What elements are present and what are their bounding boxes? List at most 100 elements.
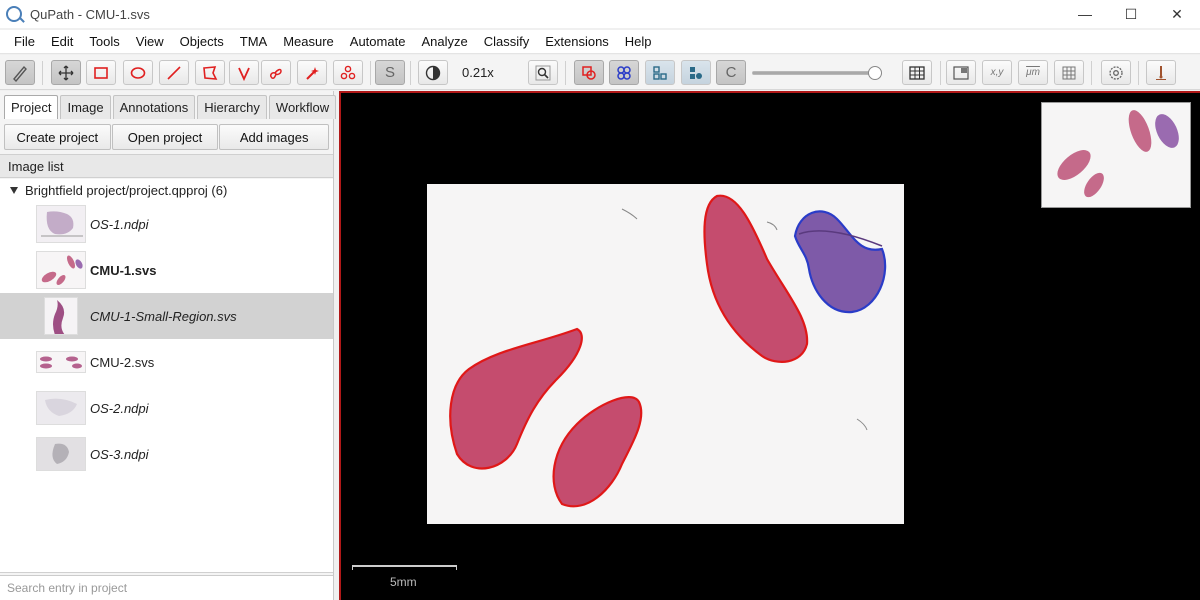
measure-tool-button[interactable]: [5, 60, 35, 85]
toolbar-separator: [1091, 61, 1092, 85]
menu-classify[interactable]: Classify: [476, 34, 538, 49]
brightness-contrast-icon: [425, 65, 441, 80]
window-title: QuPath - CMU-1.svs: [30, 6, 150, 22]
scalebar-icon: μm: [1026, 67, 1040, 78]
measurement-table-button[interactable]: [902, 60, 932, 85]
list-item-label: OS-1.ndpi: [90, 216, 149, 232]
image-viewer[interactable]: 5mm: [339, 91, 1200, 600]
location-icon: x,y: [990, 67, 1004, 78]
slide-tissue-layer: [427, 184, 904, 524]
toolbar: S 0.21x C x,y μm: [0, 55, 1200, 90]
image-list-header: Image list: [0, 154, 333, 178]
minimize-button[interactable]: —: [1062, 0, 1108, 28]
scalebar-button[interactable]: μm: [1018, 60, 1048, 85]
show-tma-grid-icon: [617, 65, 631, 80]
menu-view[interactable]: View: [128, 34, 172, 49]
line-icon: [167, 65, 181, 80]
menu-automate[interactable]: Automate: [342, 34, 414, 49]
zoom-level: 0.21x: [462, 65, 494, 80]
polygon-tool-button[interactable]: [195, 60, 225, 85]
move-tool-button[interactable]: [51, 60, 81, 85]
list-item[interactable]: OS-1.ndpi: [0, 201, 333, 247]
thumbnail-image: [36, 205, 86, 243]
toolbar-separator: [370, 61, 371, 85]
show-detections-button[interactable]: [645, 60, 675, 85]
list-item[interactable]: OS-2.ndpi: [0, 385, 333, 431]
scalebar: [352, 565, 457, 570]
move-icon: [58, 65, 74, 80]
fill-detections-button[interactable]: [681, 60, 711, 85]
project-buttons: Create project Open project Add images: [4, 124, 330, 150]
menu-tools[interactable]: Tools: [81, 34, 127, 49]
overview-image: [1042, 103, 1190, 207]
show-pixel-classification-button[interactable]: C: [716, 60, 746, 85]
log-button[interactable]: [1146, 60, 1176, 85]
menu-file[interactable]: File: [6, 34, 43, 49]
image-list: Brightfield project/project.qpproj (6) O…: [0, 179, 333, 573]
overview-thumbnail[interactable]: [1041, 102, 1191, 208]
line-tool-button[interactable]: [159, 60, 189, 85]
menu-bar: File Edit Tools View Objects TMA Measure…: [0, 30, 1200, 54]
scalebar-label: 5mm: [390, 575, 417, 589]
tab-hierarchy[interactable]: Hierarchy: [197, 95, 267, 119]
create-project-button[interactable]: Create project: [4, 124, 111, 150]
polyline-icon: [238, 67, 250, 81]
brightness-contrast-button[interactable]: [418, 60, 448, 85]
list-item[interactable]: CMU-2.svs: [0, 339, 333, 385]
menu-objects[interactable]: Objects: [172, 34, 232, 49]
preferences-button[interactable]: [1101, 60, 1131, 85]
menu-help[interactable]: Help: [617, 34, 660, 49]
opacity-slider[interactable]: [752, 66, 882, 80]
show-annotations-button[interactable]: [574, 60, 604, 85]
pen-measure-icon: [13, 65, 27, 82]
tab-workflow[interactable]: Workflow: [268, 95, 337, 119]
rectangle-icon: [94, 66, 108, 79]
toolbar-separator: [410, 61, 411, 85]
list-item-label: CMU-1-Small-Region.svs: [90, 308, 237, 324]
location-button[interactable]: x,y: [982, 60, 1012, 85]
opacity-slider-thumb[interactable]: [867, 66, 882, 80]
menu-extensions[interactable]: Extensions: [537, 34, 617, 49]
search-input[interactable]: Search entry in project: [0, 575, 333, 600]
tab-project[interactable]: Project: [4, 95, 59, 119]
points-tool-button[interactable]: [333, 60, 363, 85]
project-root[interactable]: Brightfield project/project.qpproj (6): [10, 183, 227, 198]
menu-measure[interactable]: Measure: [275, 34, 342, 49]
wand-tool-button[interactable]: [297, 60, 327, 85]
slide-image[interactable]: [427, 184, 904, 524]
selection-mode-icon: S: [384, 64, 395, 81]
show-pixel-classification-icon: C: [725, 64, 737, 81]
add-images-button[interactable]: Add images: [219, 124, 329, 150]
overview-button[interactable]: [946, 60, 976, 85]
tab-annotations[interactable]: Annotations: [112, 95, 196, 119]
show-detections-icon: [653, 65, 667, 80]
show-tma-grid-button[interactable]: [609, 60, 639, 85]
menu-analyze[interactable]: Analyze: [413, 34, 475, 49]
list-item[interactable]: CMU-1.svs: [0, 247, 333, 293]
rectangle-tool-button[interactable]: [86, 60, 116, 85]
grid-button[interactable]: [1054, 60, 1084, 85]
expand-triangle-icon[interactable]: [10, 187, 18, 194]
list-item[interactable]: OS-3.ndpi: [0, 431, 333, 477]
open-project-button[interactable]: Open project: [111, 124, 219, 150]
log-icon: [1156, 65, 1166, 80]
qupath-logo-icon: [6, 6, 22, 22]
list-item-label: CMU-1.svs: [90, 262, 157, 278]
polyline-tool-button[interactable]: [229, 60, 259, 85]
ellipse-tool-button[interactable]: [123, 60, 153, 85]
list-item-selected[interactable]: CMU-1-Small-Region.svs: [0, 293, 333, 339]
thumbnail-image: [36, 351, 86, 373]
zoom-to-fit-icon: [535, 65, 551, 80]
points-icon: [340, 65, 356, 79]
thumbnail-image: [44, 297, 78, 335]
maximize-button[interactable]: ☐: [1108, 0, 1154, 28]
menu-edit[interactable]: Edit: [43, 34, 81, 49]
brush-tool-button[interactable]: [261, 60, 291, 85]
thumbnail-image: [36, 391, 86, 425]
selection-mode-button[interactable]: S: [375, 60, 405, 85]
zoom-to-fit-button[interactable]: [528, 60, 558, 85]
menu-tma[interactable]: TMA: [232, 34, 275, 49]
wand-icon: [306, 66, 319, 80]
close-button[interactable]: ✕: [1154, 0, 1200, 28]
tab-image[interactable]: Image: [60, 95, 111, 119]
